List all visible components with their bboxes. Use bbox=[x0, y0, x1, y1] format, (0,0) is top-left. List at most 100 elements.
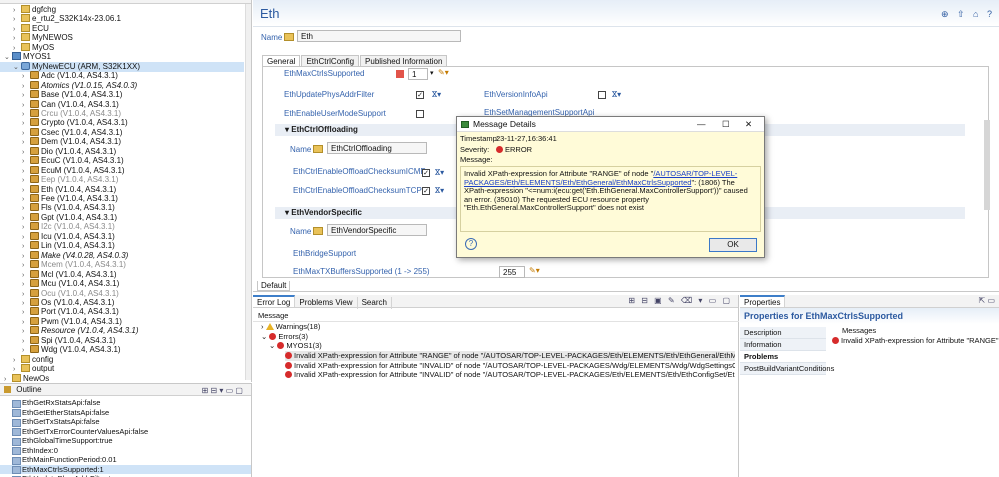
mod-icon bbox=[30, 175, 39, 184]
tree-item-label: Port (V1.0.4, AS4.3.1) bbox=[41, 307, 119, 317]
error-icon bbox=[285, 371, 292, 378]
properties-message-row[interactable]: Invalid XPath-expression for Attribute "… bbox=[832, 336, 999, 346]
myos1-group[interactable]: ⌄ MYOS1(3) bbox=[269, 341, 322, 351]
mod-icon bbox=[30, 260, 39, 269]
outline-item[interactable]: EthGlobalTimeSupport:true bbox=[0, 436, 251, 446]
outline-item[interactable]: EthIndex:0 bbox=[0, 446, 251, 456]
error-icon bbox=[269, 333, 277, 340]
mod-icon bbox=[30, 326, 39, 335]
outline-icon bbox=[4, 386, 11, 393]
folder-icon bbox=[21, 354, 30, 363]
section1-label: EthCtrlOffloading bbox=[291, 125, 358, 134]
side-postbuildvariantconditions[interactable]: PostBuildVariantConditions bbox=[740, 363, 834, 375]
expand-toggle-icon[interactable]: › bbox=[4, 375, 12, 382]
outline-item[interactable]: EthGetTxStatsApi:false bbox=[0, 417, 251, 427]
tree-item-label: dgfchg bbox=[32, 5, 57, 14]
tab-problems-view[interactable]: Problems View bbox=[295, 297, 358, 309]
edit-pencil-icon[interactable]: ✎▾ bbox=[438, 68, 449, 77]
outline-item[interactable]: EthMaxCtrlsSupported:1 bbox=[0, 464, 251, 474]
tree-scrollbar[interactable] bbox=[245, 4, 251, 380]
tree-item-label: Spi (V1.0.4, AS4.3.1) bbox=[41, 335, 116, 345]
mod-icon bbox=[30, 231, 39, 240]
editor-scrollbar[interactable] bbox=[984, 120, 990, 210]
problem-row[interactable]: Invalid XPath-expression for Attribute "… bbox=[285, 361, 735, 371]
dropdown-arrow-icon[interactable]: ▾ bbox=[430, 69, 434, 77]
tree-item-label: EcuM (V1.0.4, AS4.3.1) bbox=[41, 165, 125, 175]
options-icon[interactable]: ⴵ▾ bbox=[432, 90, 441, 99]
outline-item[interactable]: EthGetTxErrorCounterValuesApi:false bbox=[0, 427, 251, 437]
max-ctrls-spinner[interactable]: 1 bbox=[408, 68, 428, 80]
problems-toolbar-icons[interactable]: ⊞ ⊟ ▣ ✎ ⌫ ▾ ▭ ▢ bbox=[628, 296, 732, 305]
tree-item-label: config bbox=[32, 354, 54, 364]
message-textarea[interactable]: Invalid XPath-expression for Attribute "… bbox=[460, 166, 761, 232]
warnings-group[interactable]: › Warnings(18) bbox=[261, 322, 320, 332]
maximize-icon[interactable]: ☐ bbox=[722, 117, 730, 132]
problems-view-tab-label: Problems View bbox=[299, 298, 353, 307]
mod-icon bbox=[30, 297, 39, 306]
update-phys-checkbox[interactable] bbox=[416, 91, 424, 99]
help-icon[interactable]: ? bbox=[465, 238, 477, 250]
side-information[interactable]: Information bbox=[740, 339, 826, 351]
timestamp-label: Timestamp: bbox=[460, 134, 499, 143]
tree-item-label: ECU bbox=[32, 23, 49, 33]
default-tab[interactable]: Default bbox=[257, 281, 291, 291]
mod-icon bbox=[30, 137, 39, 146]
checksum-icmp-checkbox[interactable] bbox=[422, 169, 430, 177]
problem-row[interactable]: Invalid XPath-expression for Attribute "… bbox=[285, 370, 735, 380]
tree-item-label: Dem (V1.0.4, AS4.3.1) bbox=[41, 137, 122, 147]
checksum-tcp-checkbox[interactable] bbox=[422, 187, 430, 195]
tree-item-label: Wdg (V1.0.4, AS4.3.1) bbox=[41, 345, 121, 355]
user-mode-checkbox[interactable] bbox=[416, 110, 424, 118]
mod-icon bbox=[30, 165, 39, 174]
tree-item-label: output bbox=[32, 364, 55, 374]
mod-icon bbox=[30, 335, 39, 344]
side-description[interactable]: Description bbox=[740, 327, 826, 339]
tab-properties[interactable]: Properties bbox=[740, 295, 786, 307]
outline-item[interactable]: EthGetEtherStatsApi:false bbox=[0, 408, 251, 418]
tree-item[interactable]: › NewOs bbox=[0, 373, 244, 382]
tree-item-label: Make (V4.0.28, AS4.0.3) bbox=[41, 250, 129, 260]
outline-tabbar: Outline ⊞ ⊟ ▾ ▭ ▢ bbox=[0, 384, 251, 396]
tcp-options-icon[interactable]: ⴵ▾ bbox=[435, 186, 444, 195]
myos1-label: MYOS1(3) bbox=[286, 341, 322, 350]
ok-button[interactable]: OK bbox=[709, 238, 757, 252]
max-tx-field[interactable]: 255 bbox=[499, 266, 525, 278]
warnings-label: Warnings(18) bbox=[275, 322, 321, 331]
problem-row[interactable]: Invalid XPath-expression for Attribute "… bbox=[285, 351, 735, 361]
mod-icon bbox=[30, 108, 39, 117]
max-tx-pencil-icon[interactable]: ✎▾ bbox=[529, 266, 540, 275]
folder-icon bbox=[21, 5, 30, 13]
folder-icon bbox=[21, 23, 30, 32]
version-options-icon[interactable]: ⴵ▾ bbox=[612, 90, 621, 99]
outline-tab[interactable]: Outline bbox=[16, 385, 41, 394]
tree-item-label: EcuC (V1.0.4, AS4.3.1) bbox=[41, 156, 124, 166]
tree-item-label: Lin (V1.0.4, AS4.3.1) bbox=[41, 241, 115, 251]
offloading-name-field[interactable]: EthCtrlOffloading bbox=[327, 142, 427, 154]
properties-tabbar: Properties ⇱ ▭ bbox=[740, 295, 999, 308]
icmp-options-icon[interactable]: ⴵ▾ bbox=[435, 168, 444, 177]
side-problems[interactable]: Problems bbox=[740, 351, 826, 363]
mod-icon bbox=[30, 203, 39, 212]
mod-icon bbox=[30, 194, 39, 202]
outline-item[interactable]: EthGetRxStatsApi:false bbox=[0, 398, 251, 408]
properties-toolbar-icons[interactable]: ⇱ ▭ bbox=[979, 296, 995, 305]
tab-error-log[interactable]: Error Log bbox=[253, 295, 296, 307]
tab-search[interactable]: Search bbox=[358, 297, 392, 309]
mod-icon bbox=[30, 156, 39, 165]
vendor-name-field[interactable]: EthVendorSpecific bbox=[327, 224, 427, 236]
project-explorer-tabbar bbox=[0, 0, 251, 4]
outline-item[interactable]: EthMainFunctionPeriod:0.01 bbox=[0, 455, 251, 465]
outline-toolbar-icons[interactable]: ⊞ ⊟ ▾ ▭ ▢ bbox=[202, 385, 243, 397]
header-action-icons[interactable]: ⊕ ⇧ ⌂ ? bbox=[941, 9, 995, 20]
name-field[interactable]: Eth bbox=[297, 30, 461, 42]
mod-icon bbox=[30, 127, 39, 136]
version-info-checkbox[interactable] bbox=[598, 91, 606, 99]
error-icon bbox=[277, 342, 285, 349]
tree-item-label: MyNEWOS bbox=[32, 33, 73, 43]
minimize-icon[interactable]: — bbox=[697, 117, 706, 132]
close-icon[interactable]: ✕ bbox=[745, 117, 752, 132]
message-column-header[interactable]: Message bbox=[258, 311, 288, 321]
mod-icon bbox=[30, 90, 39, 99]
mod-icon bbox=[30, 288, 39, 297]
problems-panel: Error Log Problems View Search ⊞ ⊟ ▣ ✎ ⌫ ▾… bbox=[253, 295, 739, 477]
